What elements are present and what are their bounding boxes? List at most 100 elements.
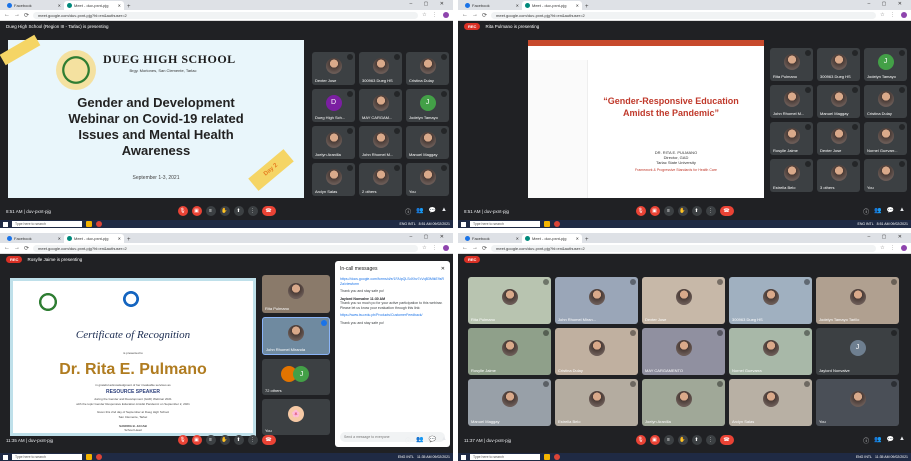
participant-tile[interactable]: Arclyn Salas xyxy=(729,379,812,426)
profile-avatar[interactable] xyxy=(443,245,449,251)
close-icon[interactable]: ✕ xyxy=(118,236,121,241)
mic-off-icon[interactable]: 🎙 xyxy=(177,435,188,445)
language-indicator[interactable]: ENG INTL xyxy=(858,222,874,226)
participant-tile[interactable]: You xyxy=(864,159,907,192)
participant-tile[interactable]: J Jodelyn Tamayo xyxy=(864,48,907,81)
participant-tile[interactable]: Rosylle Jaime xyxy=(468,328,551,375)
captions-icon[interactable]: ≡ xyxy=(663,206,674,216)
close-icon[interactable]: ✕ xyxy=(441,266,445,272)
tab-facebook[interactable]: Facebook ✕ xyxy=(462,234,522,243)
info-icon[interactable]: ⓘ xyxy=(863,436,869,445)
tab-meet[interactable]: Meet - duv-pxnt-pjg ✕ xyxy=(64,1,124,10)
address-input[interactable]: meet.google.com/duv-pxnt-pjg?hl=en&authu… xyxy=(33,244,419,252)
participant-tile[interactable]: J Jodelyn Tamayo xyxy=(406,89,449,122)
present-icon[interactable]: ⬆ xyxy=(691,435,702,445)
file-explorer-icon[interactable] xyxy=(544,454,550,460)
participant-tile[interactable]: Manuel Maggay xyxy=(468,379,551,426)
reload-icon[interactable]: ⟳ xyxy=(482,245,487,252)
people-icon[interactable]: 👥 xyxy=(874,207,881,216)
participant-tile[interactable]: Nornel Guevarr... xyxy=(864,122,907,155)
close-icon[interactable]: ✕ xyxy=(58,3,61,8)
participant-tile[interactable]: Manuel Maggay xyxy=(817,85,860,118)
captions-icon[interactable]: ≡ xyxy=(663,435,674,445)
taskbar-search[interactable]: Type here to search xyxy=(470,454,540,460)
windows-icon[interactable] xyxy=(461,454,466,460)
close-icon[interactable]: ✕ xyxy=(118,3,121,8)
present-icon[interactable]: ⬆ xyxy=(691,206,702,216)
participant-tile[interactable]: You xyxy=(816,379,899,426)
chrome-icon[interactable] xyxy=(554,221,560,227)
close-icon[interactable]: ✕ xyxy=(576,3,579,8)
back-icon[interactable]: ← xyxy=(462,12,468,18)
forward-icon[interactable]: → xyxy=(472,12,478,18)
present-icon[interactable]: ⬆ xyxy=(233,435,244,445)
reload-icon[interactable]: ⟳ xyxy=(24,12,29,19)
participant-tile[interactable]: Cristina Dulay xyxy=(864,85,907,118)
participant-tile[interactable]: Cristina Dulay xyxy=(406,52,449,85)
raise-hand-icon[interactable]: ✋ xyxy=(677,206,688,216)
activities-icon[interactable]: ▲ xyxy=(441,207,447,216)
participant-tile[interactable]: D Dueg High Sch... xyxy=(312,89,355,122)
tab-facebook[interactable]: Facebook ✕ xyxy=(462,1,522,10)
forward-icon[interactable]: → xyxy=(14,12,20,18)
participant-tile[interactable]: Joelyn Aranilla xyxy=(312,126,355,159)
present-icon[interactable]: ⬆ xyxy=(233,206,244,216)
chat-link[interactable]: https://www.tsu.edu.ph/Products/Customer… xyxy=(340,313,445,318)
camera-off-icon[interactable]: ▣ xyxy=(191,206,202,216)
mic-off-icon[interactable]: 🎙 xyxy=(635,435,646,445)
more-options-icon[interactable]: ⋮ xyxy=(247,206,258,216)
language-indicator[interactable]: ENG INTL xyxy=(856,455,872,459)
participant-tile[interactable]: 2 others xyxy=(359,163,402,196)
captions-icon[interactable]: ≡ xyxy=(205,435,216,445)
extension-icons[interactable]: ☆ ⋮ xyxy=(422,245,439,251)
extension-icons[interactable]: ☆ ⋮ xyxy=(422,12,439,18)
tab-meet[interactable]: Meet - duv-pxnt-pjg ✕ xyxy=(522,234,582,243)
chat-icon[interactable]: 💬 xyxy=(887,207,894,216)
participant-tile[interactable]: Estrella Belo xyxy=(555,379,638,426)
windows-icon[interactable] xyxy=(461,221,466,227)
participant-tile[interactable]: Estrella Belo xyxy=(770,159,813,192)
participant-tile[interactable]: Manuel Maggay xyxy=(406,126,449,159)
extension-icons[interactable]: ☆ ⋮ xyxy=(880,245,897,251)
participant-tile[interactable]: MAY CARGAMENTO xyxy=(642,328,725,375)
camera-off-icon[interactable]: ▣ xyxy=(649,435,660,445)
back-icon[interactable]: ← xyxy=(4,12,10,18)
participant-tile[interactable]: John Rhomel M... xyxy=(359,126,402,159)
windows-icon[interactable] xyxy=(3,221,8,227)
profile-avatar[interactable] xyxy=(443,12,449,18)
close-icon[interactable]: ✕ xyxy=(516,3,519,8)
end-call-button[interactable]: ☎ xyxy=(719,435,734,445)
participant-tile[interactable]: 🌸 You xyxy=(262,399,330,435)
participant-tile[interactable]: 300963 Dueg HS xyxy=(817,48,860,81)
close-icon[interactable]: ✕ xyxy=(58,236,61,241)
chat-link[interactable]: https://docs.google.com/forms/d/e/1FAIpQ… xyxy=(340,277,445,286)
end-call-button[interactable]: ☎ xyxy=(261,435,276,445)
chat-icon[interactable]: 💬 xyxy=(429,207,436,216)
window-controls[interactable]: – ▢ ✕ xyxy=(410,1,449,7)
more-options-icon[interactable]: ⋮ xyxy=(705,435,716,445)
file-explorer-icon[interactable] xyxy=(86,221,92,227)
close-icon[interactable]: ✕ xyxy=(576,236,579,241)
more-options-icon[interactable]: ⋮ xyxy=(247,435,258,445)
file-explorer-icon[interactable] xyxy=(86,454,92,460)
chat-icon[interactable]: 💬 xyxy=(887,436,894,445)
participant-tile[interactable]: Rita Pulmano xyxy=(468,277,551,324)
participant-tile[interactable]: Jodelyn Tamayo Tarillo xyxy=(816,277,899,324)
taskbar-clock[interactable]: 11:35 AM 09/02/2021 xyxy=(875,455,908,459)
participant-tile[interactable]: John Rhomel Miran... xyxy=(555,277,638,324)
participant-tile[interactable]: J 72 others xyxy=(262,359,330,395)
tab-meet[interactable]: Meet - duv-pxnt-pjg ✕ xyxy=(522,1,582,10)
participant-tile[interactable]: Rita Pulmano xyxy=(262,275,330,313)
participant-tile[interactable]: Joelyn Aranilla xyxy=(642,379,725,426)
participant-tile[interactable]: Arclyn Salas xyxy=(312,163,355,196)
chrome-icon[interactable] xyxy=(554,454,560,460)
chrome-icon[interactable] xyxy=(96,221,102,227)
reload-icon[interactable]: ⟳ xyxy=(24,245,29,252)
taskbar-search[interactable]: Type here to search xyxy=(12,454,82,460)
raise-hand-icon[interactable]: ✋ xyxy=(219,435,230,445)
taskbar-clock[interactable]: 8:51 AM 09/02/2021 xyxy=(419,222,450,226)
participant-tile[interactable]: 300963 Dueg HS xyxy=(359,52,402,85)
participant-tile[interactable]: Nornel Guevarra xyxy=(729,328,812,375)
participant-tile[interactable]: 3 others xyxy=(817,159,860,192)
forward-icon[interactable]: → xyxy=(14,245,20,251)
